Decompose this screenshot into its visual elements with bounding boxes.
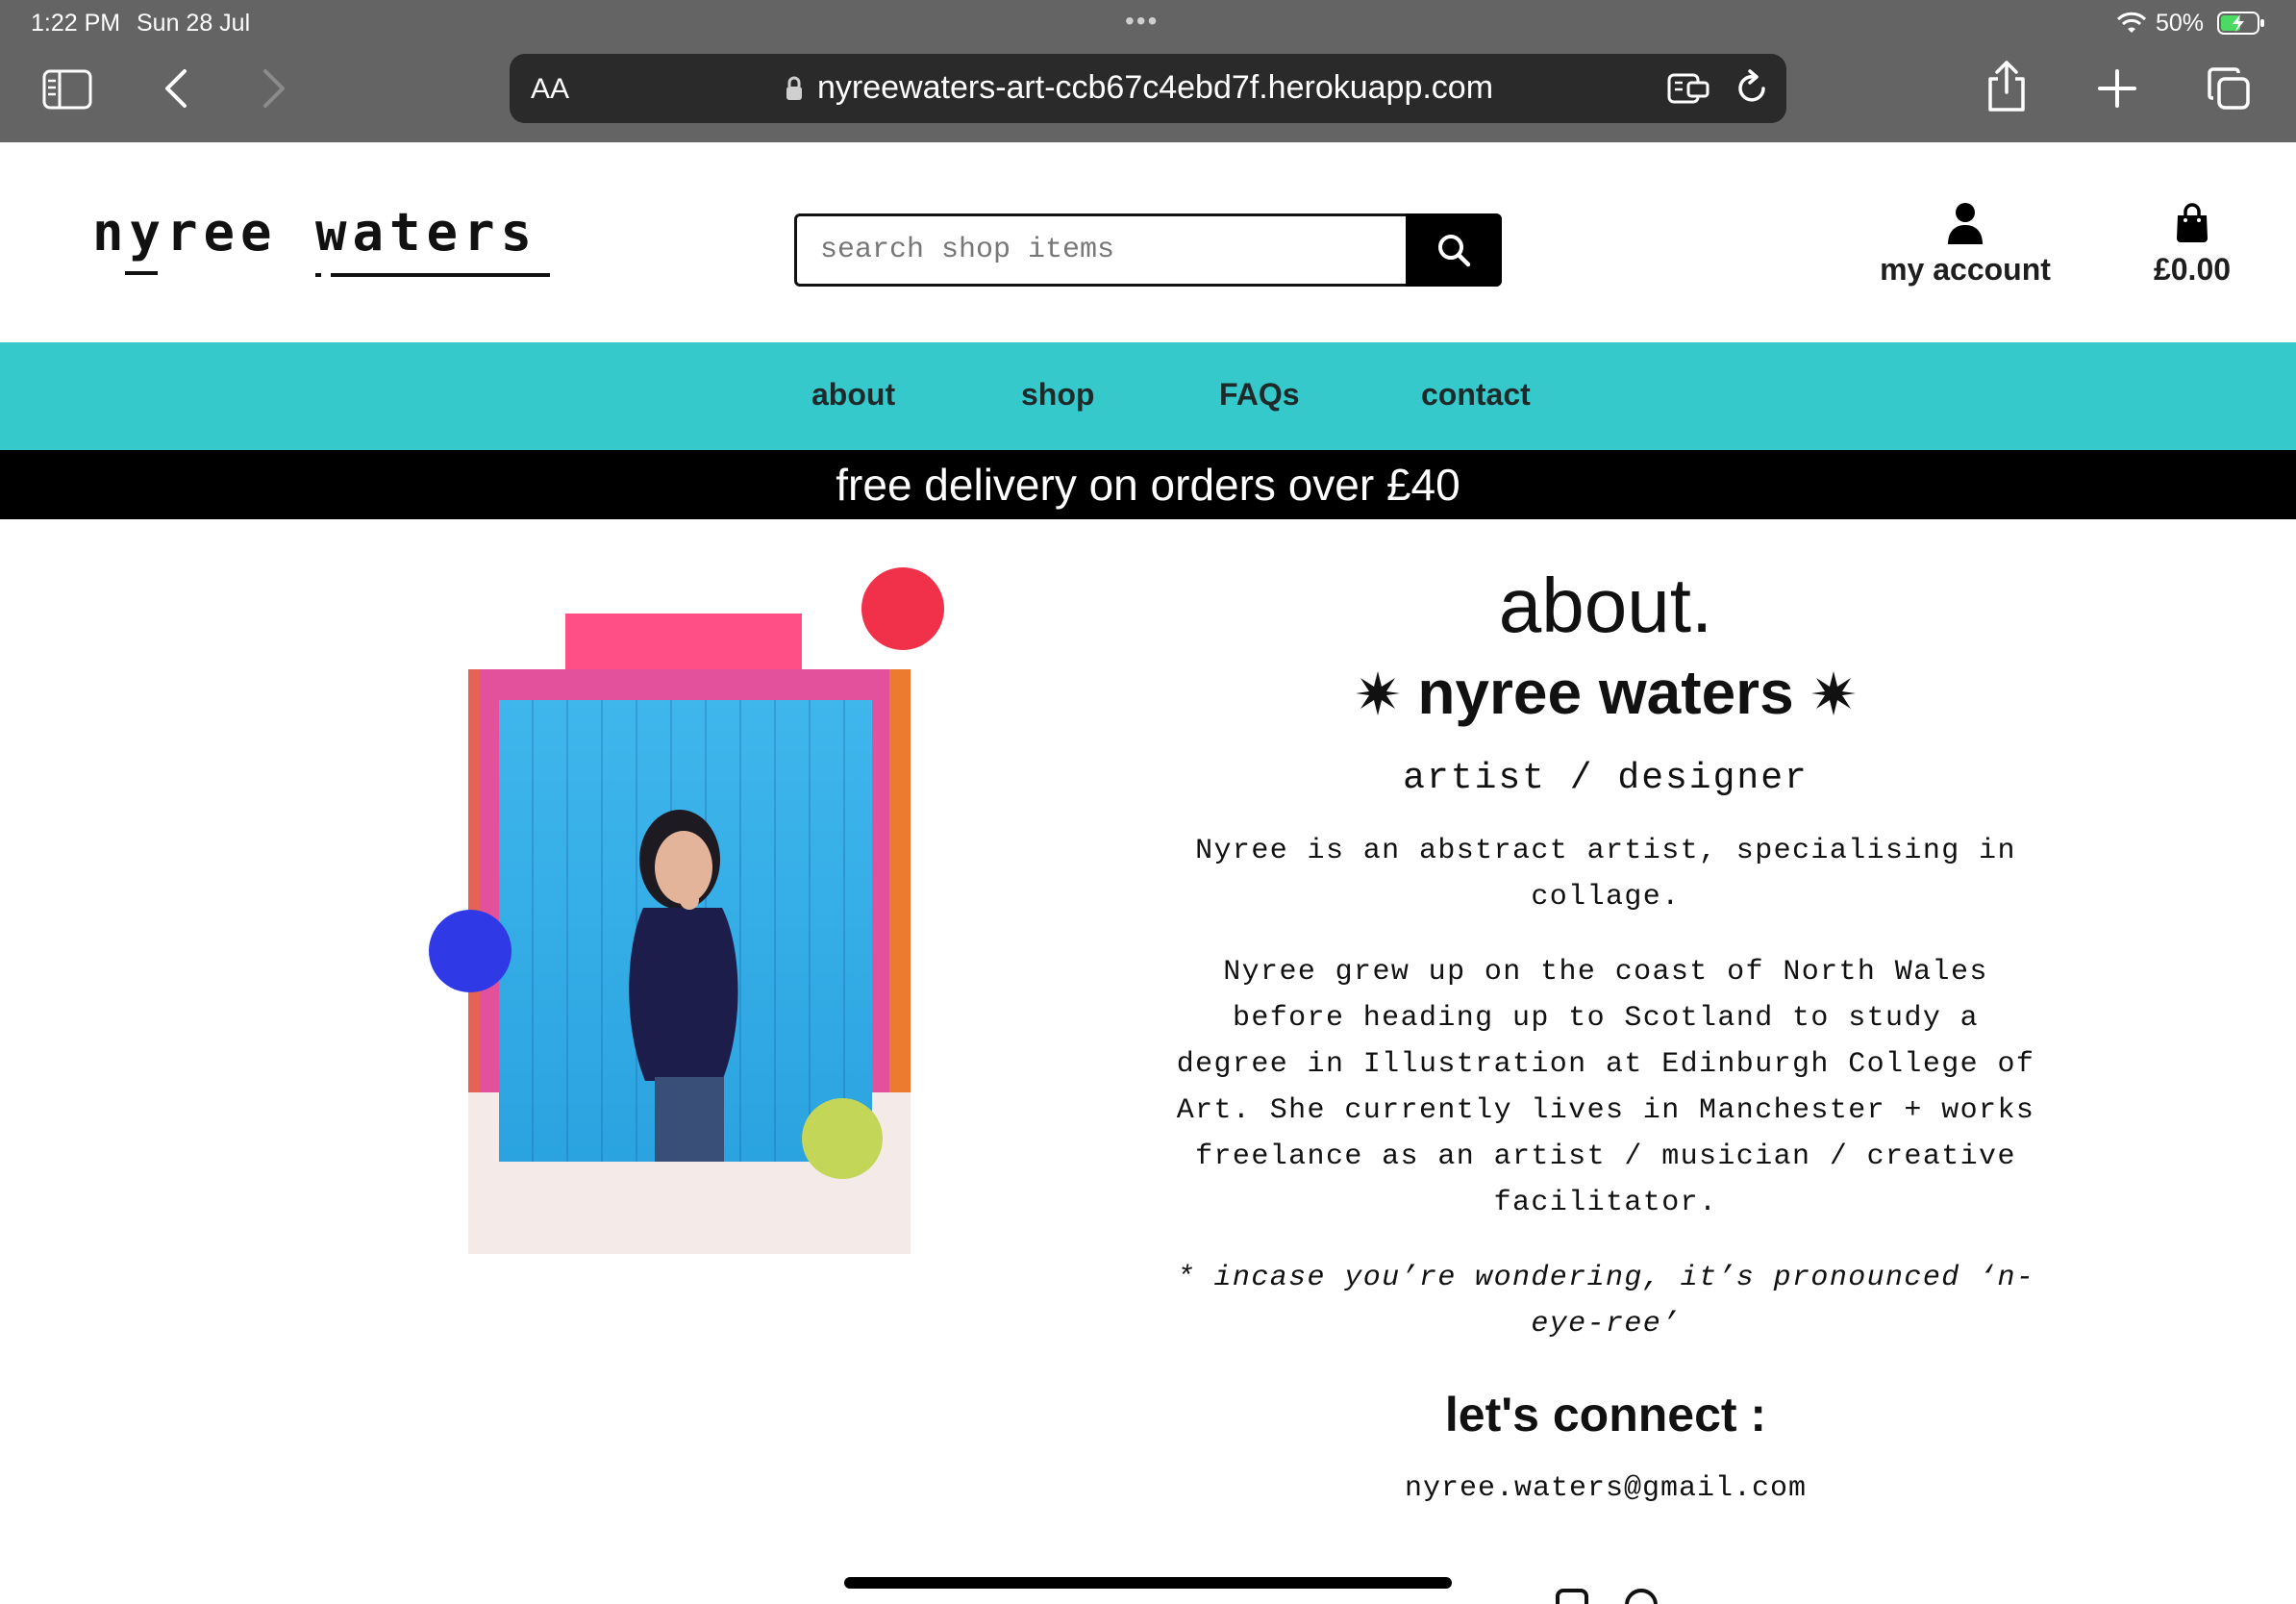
logo-underline: [315, 273, 321, 277]
contact-email[interactable]: nyree.waters@gmail.com: [1173, 1472, 2038, 1505]
url-text[interactable]: nyreewaters-art-ccb67c4ebd7f.herokuapp.c…: [817, 69, 1493, 107]
address-bar[interactable]: AA nyreewaters-art-ccb67c4ebd7f.herokuap…: [510, 54, 1786, 123]
artist-photo-collage: [423, 567, 961, 1260]
battery-percent: 50%: [2156, 10, 2205, 37]
reload-icon[interactable]: [1733, 69, 1771, 108]
globe-icon[interactable]: [1625, 1589, 1658, 1604]
shopping-bag-icon: [2177, 203, 2208, 242]
forward-icon[interactable]: [262, 67, 288, 110]
shopping-bag-link[interactable]: £0.00: [2134, 202, 2250, 298]
home-indicator[interactable]: [844, 1577, 1452, 1589]
frame-stripe: [889, 669, 911, 1092]
bag-total: £0.00: [2153, 252, 2232, 287]
star-icon: [1356, 671, 1401, 715]
decorative-dot-lime: [802, 1098, 883, 1179]
decorative-dot-blue: [429, 910, 512, 992]
back-icon[interactable]: [162, 67, 188, 110]
site-header: nyree waters my account £0.00: [0, 142, 2296, 342]
my-account-link[interactable]: my account: [1871, 202, 2059, 298]
logo-word-second: waters: [315, 202, 538, 263]
nav-about[interactable]: about: [811, 377, 895, 413]
search-input[interactable]: [797, 216, 1409, 284]
nav-shop[interactable]: shop: [1021, 377, 1094, 413]
search-form: [794, 213, 1502, 287]
main-nav: about shop FAQs contact: [0, 342, 2296, 450]
artist-figure: [629, 810, 738, 1162]
nav-faqs[interactable]: FAQs: [1219, 377, 1300, 413]
artist-name-heading: nyree waters: [1173, 656, 2038, 729]
site-logo[interactable]: nyree waters: [92, 202, 554, 283]
sidebar-icon[interactable]: [42, 69, 92, 110]
decorative-dot-red: [861, 567, 944, 650]
about-section: about. nyree waters artist / designer Ny…: [1173, 558, 2038, 1505]
reader-icon[interactable]: [1667, 71, 1710, 106]
tabs-icon[interactable]: [2206, 65, 2252, 112]
pronunciation-note: * incase you’re wondering, it’s pronounc…: [1176, 1262, 2035, 1341]
logo-word-first: nyree: [92, 202, 278, 263]
promo-banner: free delivery on orders over £40: [0, 450, 2296, 519]
about-paragraph-bio: Nyree grew up on the coast of North Wale…: [1176, 956, 2035, 1219]
artist-name: nyree waters: [1417, 658, 1794, 727]
frame-stripe: [468, 669, 480, 1092]
logo-underline: [331, 273, 550, 277]
battery-charging-icon: [2217, 12, 2264, 35]
multitasking-dots-icon[interactable]: •••: [1125, 6, 1159, 37]
user-icon: [1948, 203, 1983, 244]
about-paragraph-intro: Nyree is an abstract artist, specialisin…: [1195, 835, 2016, 914]
instagram-icon[interactable]: [1556, 1589, 1588, 1604]
artist-role: artist / designer: [1403, 758, 1809, 799]
status-time: 1:22 PM: [31, 10, 121, 37]
share-icon[interactable]: [1984, 60, 2029, 113]
search-button[interactable]: [1406, 213, 1502, 287]
status-date: Sun 28 Jul: [137, 10, 251, 37]
logo-underline: [125, 271, 158, 275]
my-account-label: my account: [1880, 252, 2051, 287]
connect-heading: let's connect :: [1444, 1388, 1767, 1441]
nav-contact[interactable]: contact: [1421, 377, 1531, 413]
new-tab-icon[interactable]: [2096, 67, 2138, 110]
search-icon: [1438, 235, 1471, 267]
lock-icon: [786, 76, 802, 100]
artist-photo: [499, 700, 872, 1162]
about-heading: about.: [1498, 563, 1713, 648]
wifi-icon: [2117, 12, 2146, 33]
status-bar: 1:22 PM Sun 28 Jul ••• 50%: [0, 0, 2296, 46]
browser-chrome: 1:22 PM Sun 28 Jul ••• 50% AA nyreewater…: [0, 0, 2296, 142]
star-icon: [1810, 671, 1856, 715]
text-size-button[interactable]: AA: [531, 73, 569, 106]
